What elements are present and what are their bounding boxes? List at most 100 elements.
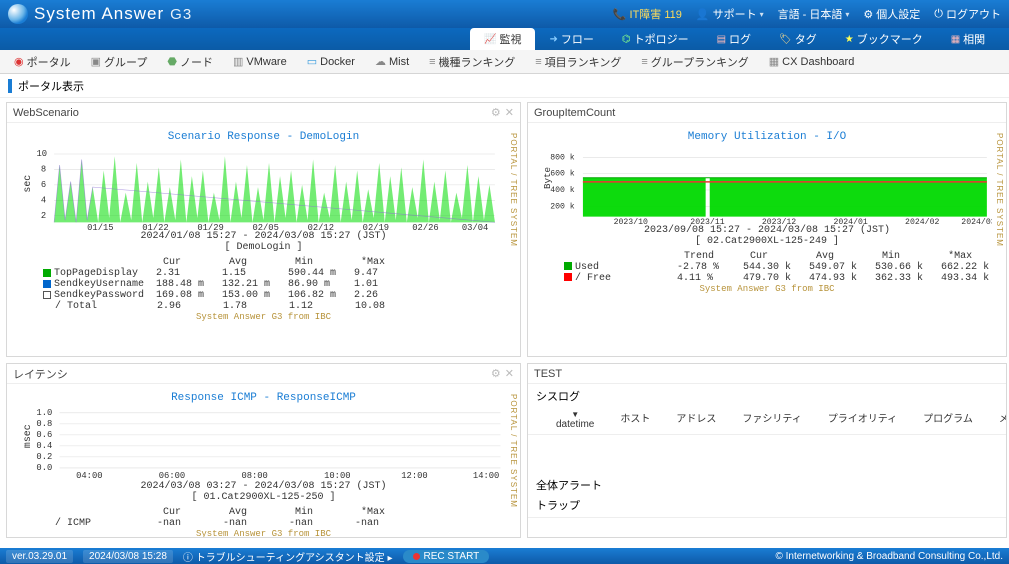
- tab-monitor[interactable]: 📈監視: [470, 28, 535, 50]
- tab-log[interactable]: ▤ログ: [703, 28, 765, 50]
- chart-range: 2024/03/08 03:27 - 2024/03/08 15:27 (JST…: [21, 481, 506, 492]
- gear-icon[interactable]: ⚙: [491, 367, 501, 380]
- col-message[interactable]: メッセージ: [999, 410, 1007, 430]
- side-watermark: PORTAL / TREE SYSTEM: [509, 394, 518, 508]
- memory-chart[interactable]: Byte 800 k 600 k 400 k 200 k 2023/10 202…: [542, 143, 992, 225]
- svg-text:sec: sec: [22, 175, 33, 193]
- personal-settings-link[interactable]: ⚙ 個人設定: [863, 6, 920, 22]
- panel-web-scenario: WebScenario ⚙✕ PORTAL / TREE SYSTEM Scen…: [6, 102, 521, 357]
- svg-text:02/19: 02/19: [363, 223, 389, 231]
- stats-table: Cur Avg Min *Max / ICMP -nan -nan -nan -…: [43, 507, 514, 529]
- svg-text:12:00: 12:00: [401, 471, 427, 481]
- col-datetime[interactable]: ▼datetime: [556, 410, 594, 430]
- svg-text:03/04: 03/04: [462, 223, 488, 231]
- panel-group-item-count: GroupItemCount PORTAL / TREE SYSTEM Memo…: [527, 102, 1007, 357]
- sub-vmware[interactable]: ▥VMware: [225, 53, 295, 70]
- panel-title: TEST: [534, 368, 562, 380]
- svg-text:2023/10: 2023/10: [614, 217, 648, 225]
- svg-text:2024/01: 2024/01: [833, 217, 867, 225]
- gear-icon[interactable]: ⚙: [491, 106, 501, 119]
- svg-text:08:00: 08:00: [241, 471, 267, 481]
- panel-title: WebScenario: [13, 107, 79, 119]
- overall-alert-heading: 全体アラート: [536, 477, 998, 493]
- chart-title: Response ICMP - ResponseICMP: [21, 392, 506, 404]
- svg-text:800 k: 800 k: [550, 152, 575, 162]
- col-address[interactable]: アドレス: [676, 410, 716, 430]
- close-icon[interactable]: ✕: [505, 106, 514, 119]
- chart-note: System Answer G3 from IBC: [13, 312, 514, 322]
- sub-model-ranking[interactable]: ≡機種ランキング: [421, 52, 523, 72]
- svg-text:02/05: 02/05: [252, 223, 278, 231]
- language-menu[interactable]: 言語 - 日本語 ▾: [778, 6, 850, 22]
- svg-text:6: 6: [41, 180, 46, 190]
- chart-subject: [ 02.Cat2900XL-125-249 ]: [542, 236, 992, 247]
- sub-group-ranking[interactable]: ≡グループランキング: [633, 52, 756, 72]
- col-program[interactable]: プログラム: [923, 410, 973, 430]
- syslog-columns: ▼datetime ホスト アドレス ファシリティ プライオリティ プログラム …: [556, 410, 998, 430]
- svg-text:02/12: 02/12: [308, 223, 334, 231]
- col-priority[interactable]: プライオリティ: [828, 410, 897, 430]
- stats-table: Cur Avg Min *Max TopPageDisplay 2.31 1.1…: [43, 257, 514, 312]
- svg-text:200 k: 200 k: [550, 201, 575, 211]
- sub-node[interactable]: ⬣ノード: [159, 52, 221, 72]
- chart-note: System Answer G3 from IBC: [13, 529, 514, 538]
- latency-chart[interactable]: msec 1.0 0.8 0.6 0.4 0.2 0.0 04:00 06:00…: [21, 404, 506, 481]
- col-facility[interactable]: ファシリティ: [742, 410, 801, 430]
- it-alert-link[interactable]: 📞 IT障害 119: [613, 6, 682, 22]
- svg-text:msec: msec: [22, 424, 33, 448]
- svg-text:2024/02: 2024/02: [905, 217, 939, 225]
- svg-text:2023/12: 2023/12: [762, 217, 796, 225]
- main-tab-bar: 📈監視 ➜フロー ⌬トポロジー ▤ログ 🏷タグ ★ブックマーク ▦相関 ⚙設定: [0, 28, 1009, 50]
- logo-icon: [8, 4, 28, 24]
- svg-text:0.8: 0.8: [36, 419, 52, 429]
- svg-text:04:00: 04:00: [76, 471, 102, 481]
- tab-bookmark[interactable]: ★ブックマーク: [831, 28, 937, 50]
- svg-text:14:00: 14:00: [473, 471, 499, 481]
- stats-table: Trend Cur Avg Min *Max Used -2.78 % 544.…: [564, 251, 1000, 284]
- support-menu[interactable]: 👤 サポート ▾: [696, 6, 764, 22]
- product-logo: System Answer G3: [8, 4, 192, 24]
- product-suffix: G3: [170, 6, 192, 23]
- panel-test: TEST シスログ ▼datetime ホスト アドレス ファシリティ プライオ…: [527, 363, 1007, 538]
- chart-title: Memory Utilization - I/O: [542, 131, 992, 143]
- sub-docker[interactable]: ▭Docker: [299, 53, 363, 70]
- svg-text:8: 8: [41, 165, 46, 175]
- sub-toolbar: ◉ポータル ▣グループ ⬣ノード ▥VMware ▭Docker ☁Mist ≡…: [0, 50, 1009, 74]
- svg-text:2023/11: 2023/11: [690, 217, 724, 225]
- close-icon[interactable]: ✕: [505, 367, 514, 380]
- svg-text:0.2: 0.2: [36, 452, 52, 462]
- tab-settings[interactable]: ⚙設定: [999, 28, 1009, 50]
- footer-bar: ver.03.29.01 2024/03/08 15:28 ⓘ トラブルシューテ…: [0, 548, 1009, 564]
- scenario-chart[interactable]: sec 10 8 6 4 2 01/15 01/22 01/29 0: [21, 143, 506, 231]
- tab-flow[interactable]: ➜フロー: [535, 28, 607, 50]
- footer-timestamp: 2024/03/08 15:28: [83, 550, 173, 563]
- svg-text:0.6: 0.6: [36, 430, 52, 440]
- product-name: System Answer: [34, 4, 164, 24]
- svg-text:01/29: 01/29: [197, 223, 223, 231]
- sub-group[interactable]: ▣グループ: [83, 52, 156, 72]
- chart-subject: [ DemoLogin ]: [21, 242, 506, 253]
- sub-portal[interactable]: ◉ポータル: [6, 52, 79, 72]
- tab-topology[interactable]: ⌬トポロジー: [608, 28, 703, 50]
- svg-text:06:00: 06:00: [159, 471, 185, 481]
- sub-cx-dashboard[interactable]: ▦CX Dashboard: [761, 53, 863, 70]
- svg-text:02/26: 02/26: [412, 223, 438, 231]
- svg-text:10: 10: [36, 149, 47, 159]
- sub-item-ranking[interactable]: ≡項目ランキング: [527, 52, 629, 72]
- troubleshoot-link[interactable]: ⓘ トラブルシューティングアシスタント設定 ▸: [183, 549, 393, 564]
- tab-tag[interactable]: 🏷タグ: [765, 28, 831, 50]
- svg-text:01/15: 01/15: [87, 223, 113, 231]
- svg-text:2: 2: [41, 211, 46, 221]
- logout-link[interactable]: ⏻ ログアウト: [934, 6, 1001, 22]
- record-icon: [413, 553, 420, 560]
- tab-correlation[interactable]: ▦相関: [937, 28, 999, 50]
- svg-text:400 k: 400 k: [550, 185, 575, 195]
- sub-mist[interactable]: ☁Mist: [367, 53, 417, 70]
- panel-title: レイテンシ: [13, 366, 68, 382]
- svg-text:600 k: 600 k: [550, 169, 575, 179]
- chart-range: 2023/09/08 15:27 - 2024/03/08 15:27 (JST…: [542, 225, 992, 236]
- col-host[interactable]: ホスト: [620, 410, 650, 430]
- page-title-row: ポータル表示: [0, 74, 1009, 98]
- app-header: System Answer G3 📞 IT障害 119 👤 サポート ▾ 言語 …: [0, 0, 1009, 28]
- rec-start-button[interactable]: REC START: [403, 550, 490, 563]
